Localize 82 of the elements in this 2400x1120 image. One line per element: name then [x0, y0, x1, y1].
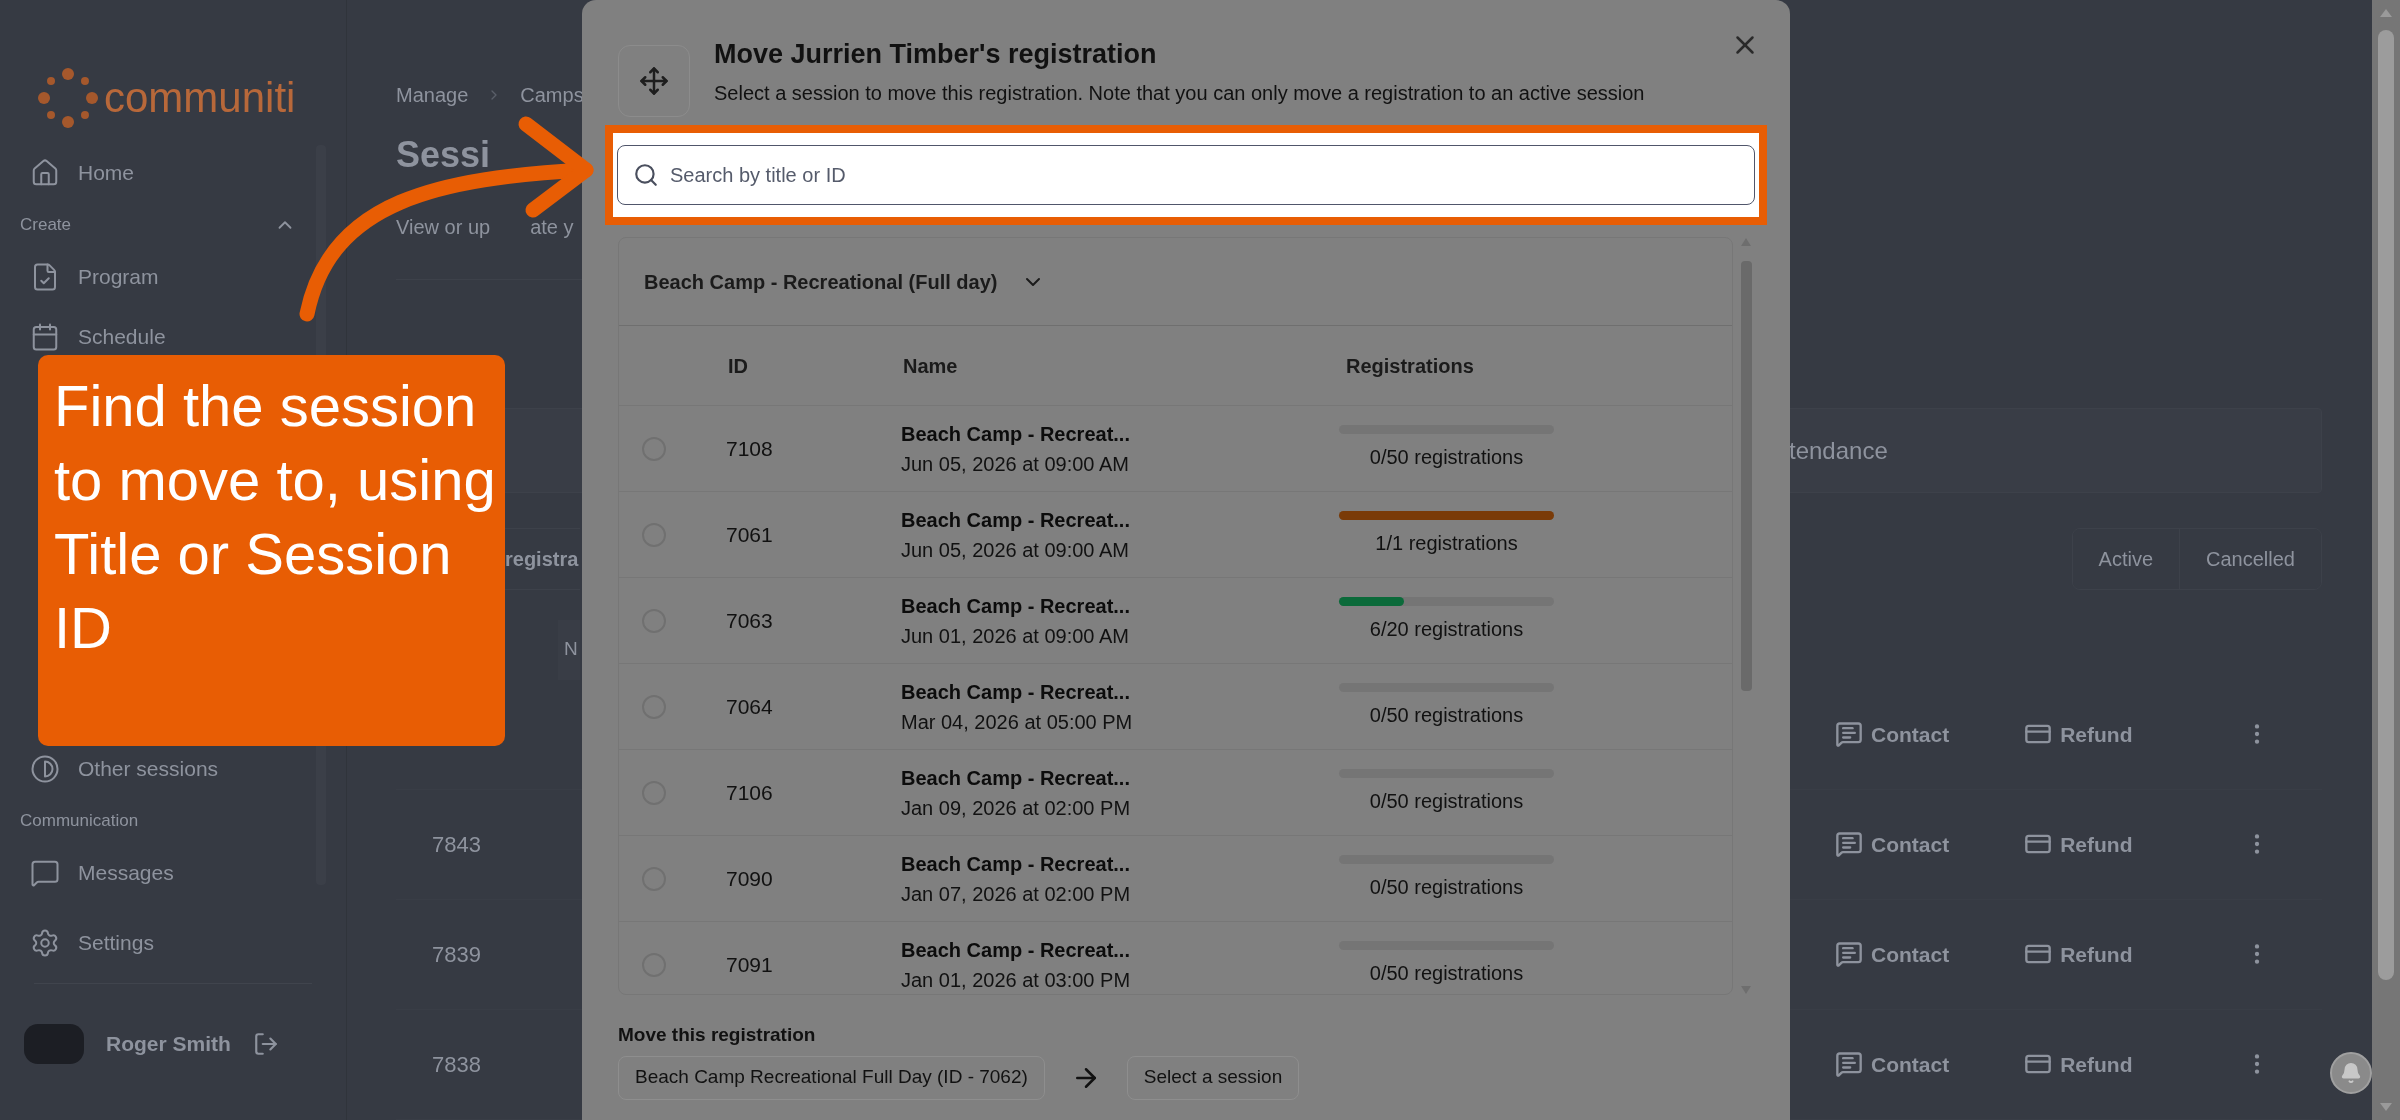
modal-description: Select a session to move this registration. Note that you can only move a registration to an active session [714, 80, 1645, 106]
page-heading: Sessi [396, 132, 491, 177]
row-id: 7838 [432, 1050, 481, 1079]
message-icon [1835, 830, 1863, 859]
footer-label: Move this registration [618, 1023, 817, 1047]
session-name: Beach Camp - Recreat... [901, 593, 1131, 619]
session-id: 7091 [726, 951, 774, 978]
session-name: Beach Camp - Recreat... [901, 851, 1131, 877]
row-id: 7843 [432, 830, 481, 859]
registration-count: 0/50 registrations [1369, 875, 1524, 900]
session-id: 7061 [726, 521, 774, 548]
session-name: Beach Camp - Recreat... [901, 507, 1131, 533]
session-name: Beach Camp - Recreat... [901, 937, 1131, 963]
registration-count: 0/50 registrations [1369, 445, 1524, 470]
session-id: 7106 [726, 779, 774, 806]
registration-count: 0/50 registrations [1369, 703, 1524, 728]
session-id: 7064 [726, 693, 774, 720]
page-subtitle: View or up [396, 214, 491, 240]
target-session-chip[interactable]: Select a session [1126, 1055, 1300, 1100]
calendar-icon [30, 322, 60, 352]
modal-title: Move Jurrien Timber's registration [714, 38, 1158, 71]
nav-item[interactable]: Home [20, 151, 145, 195]
row-id: 7839 [432, 940, 481, 969]
move-icon [639, 66, 669, 96]
session-date: Jun 05, 2026 at 09:00 AM [901, 537, 1130, 563]
settings-icon [30, 928, 60, 958]
current-session-chip: Beach Camp Recreational Full Day (ID - 7062) [618, 1055, 1045, 1100]
session-date: Jun 01, 2026 at 09:00 AM [901, 623, 1130, 649]
group-title: Beach Camp - Recreational (Full day) [644, 269, 998, 295]
message-icon [1835, 720, 1863, 749]
section-label: Create [20, 214, 72, 237]
column-header: Registrations [1345, 353, 1475, 379]
nav-item[interactable]: Other sessions [20, 747, 229, 791]
user-name: Roger Smith [106, 1031, 231, 1058]
session-date: Mar 04, 2026 at 05:00 PM [901, 709, 1134, 735]
nav-item[interactable]: Program [20, 255, 169, 299]
tab-label[interactable]: tendance [1789, 432, 2321, 469]
contact-button[interactable]: Contact [1835, 718, 1950, 750]
session-id: 7063 [726, 607, 774, 634]
session-date: Jan 09, 2026 at 02:00 PM [901, 795, 1132, 821]
nav-item[interactable]: Messages [20, 851, 184, 895]
contact-button[interactable]: Contact [1835, 828, 1950, 861]
session-id: 7108 [726, 435, 774, 462]
refund-button[interactable]: Refund [2024, 718, 2133, 750]
page-subtitle: ate y [530, 214, 574, 240]
logo-text: communiti [104, 76, 296, 119]
logo-icon [38, 67, 98, 128]
session-date: Jun 05, 2026 at 09:00 AM [901, 451, 1130, 477]
bell-icon [2340, 1062, 2362, 1084]
session-name: Beach Camp - Recreat... [901, 679, 1131, 705]
registration-count: 1/1 registrations [1375, 531, 1518, 556]
session-date: Jan 01, 2026 at 03:00 PM [901, 967, 1132, 993]
registration-count: 6/20 registrations [1369, 617, 1524, 642]
registration-count: 0/50 registrations [1369, 789, 1524, 814]
scroll-up-icon[interactable] [2379, 8, 2393, 18]
contact-button[interactable]: Contact [1835, 1048, 1950, 1081]
contact-button[interactable]: Contact [1835, 938, 1950, 971]
section-label: Communication [20, 810, 140, 833]
column-header: ID [727, 353, 749, 379]
session-date: Jan 07, 2026 at 02:00 PM [901, 881, 1132, 907]
session-id: 7090 [726, 865, 774, 892]
nav-item[interactable]: Schedule [20, 315, 176, 359]
column-header: Name [902, 353, 959, 379]
search-icon [633, 162, 659, 188]
avatar [24, 1024, 84, 1064]
session-name: Beach Camp - Recreat... [901, 421, 1131, 447]
search-field[interactable]: Search by title or ID [617, 145, 1755, 205]
message-icon [30, 858, 60, 888]
refund-button[interactable]: Refund [2024, 938, 2133, 971]
nav-item[interactable]: Settings [20, 921, 326, 965]
home-icon [30, 158, 60, 188]
refund-button[interactable]: Refund [2024, 1048, 2133, 1081]
scroll-down-icon[interactable] [2379, 1102, 2393, 1112]
logout-icon[interactable] [252, 1031, 279, 1057]
half-circle-icon [30, 754, 60, 784]
session-name: Beach Camp - Recreat... [901, 765, 1131, 791]
registration-count: 0/50 registrations [1369, 961, 1524, 986]
breadcrumb-link[interactable]: Manage [396, 79, 469, 110]
message-icon [1835, 1050, 1863, 1079]
page-scrollbar[interactable] [2372, 0, 2400, 1120]
message-icon [1835, 940, 1863, 969]
refund-button[interactable]: Refund [2024, 828, 2133, 861]
